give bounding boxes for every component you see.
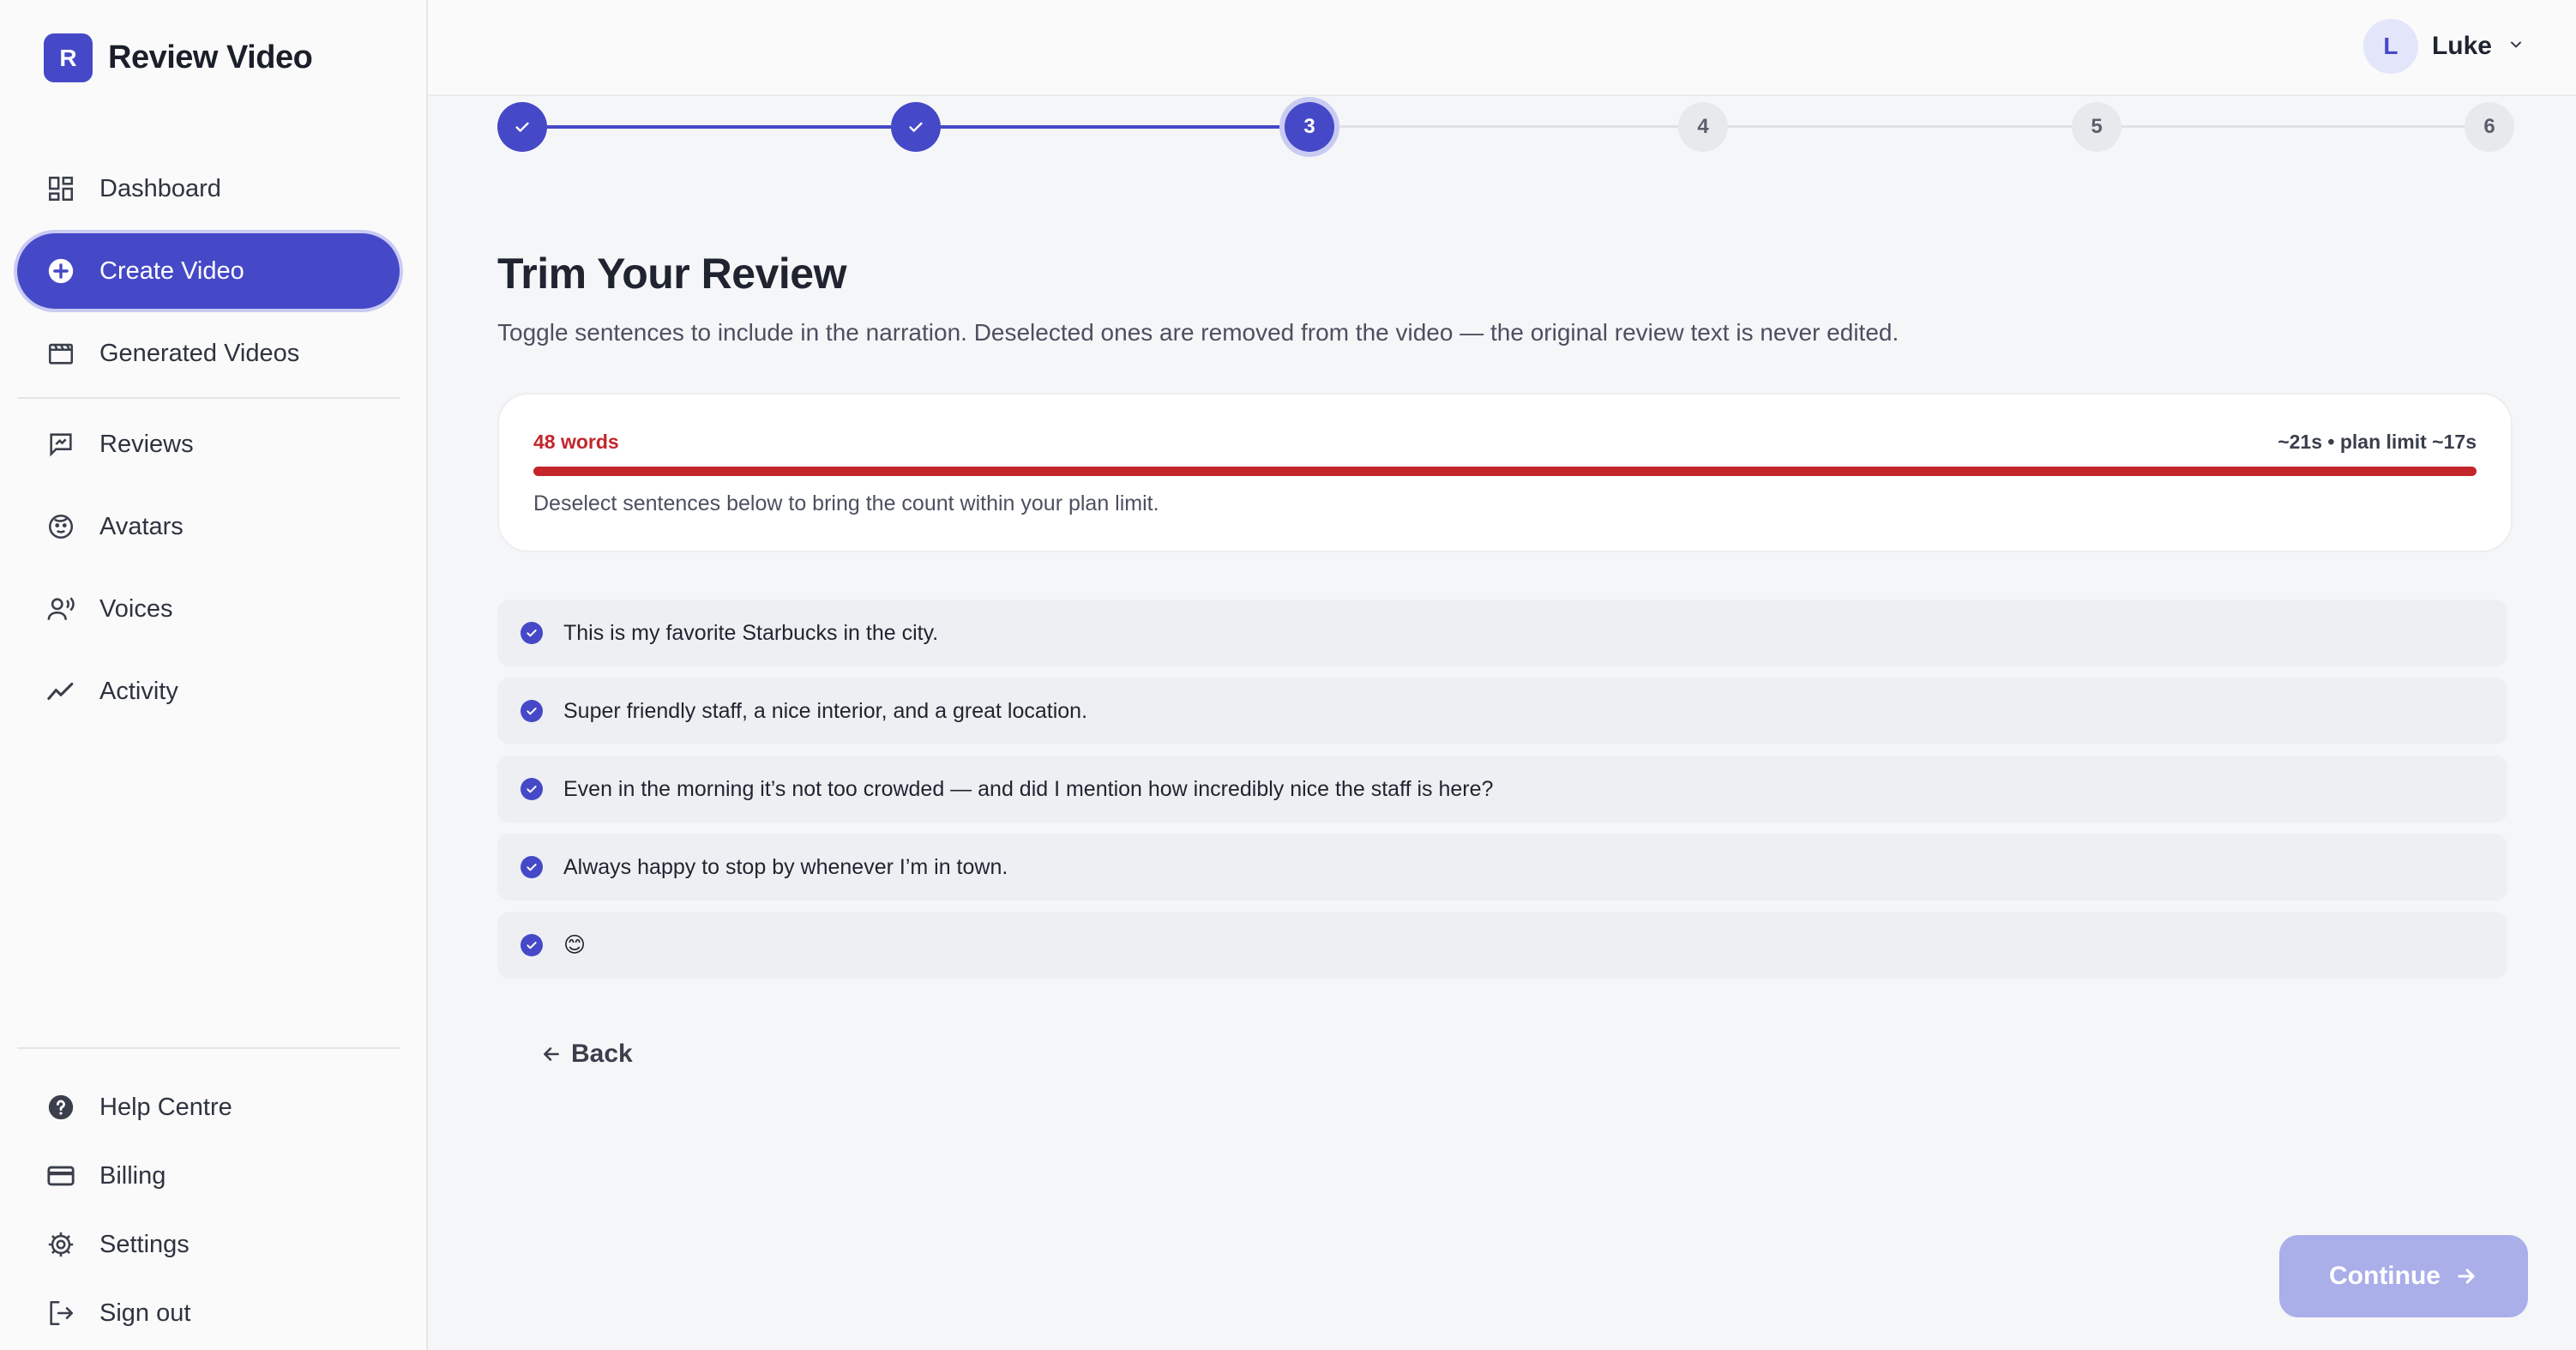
- sidebar-item-label: Avatars: [99, 512, 184, 540]
- sidebar-item-label: Sign out: [99, 1299, 191, 1327]
- step-5: 5: [2072, 102, 2122, 152]
- sidebar-item-label: Generated Videos: [99, 339, 300, 367]
- divider: [17, 397, 400, 399]
- brand-logo: R: [44, 33, 93, 82]
- sign-out-icon: [45, 1297, 77, 1329]
- continue-button[interactable]: Continue: [2279, 1235, 2528, 1317]
- avatar: L: [2362, 19, 2418, 74]
- sidebar-item-label: Reviews: [99, 430, 194, 458]
- sidebar-item-generated-videos[interactable]: Generated Videos: [17, 316, 400, 391]
- usage-hint: Deselect sentences below to bring the co…: [533, 491, 1159, 515]
- continue-label: Continue: [2329, 1262, 2441, 1290]
- sentence-text: Super friendly staff, a nice interior, a…: [563, 698, 1088, 723]
- word-count: 48 words: [533, 431, 619, 453]
- sidebar-item-label: Dashboard: [99, 174, 221, 202]
- sidebar-item-label: Activity: [99, 677, 178, 705]
- checked-circle-icon: [521, 700, 543, 722]
- sidebar-item-create-video[interactable]: Create Video: [17, 233, 400, 309]
- sidebar-item-help-centre[interactable]: Help Centre: [17, 1070, 400, 1145]
- review-icon: [45, 428, 77, 461]
- activity-icon: [45, 675, 77, 708]
- sentence-text: 😊: [563, 933, 587, 957]
- sentence-toggle[interactable]: Super friendly staff, a nice interior, a…: [497, 678, 2507, 744]
- step-2[interactable]: [891, 102, 941, 152]
- divider: [17, 1047, 400, 1049]
- help-icon: [45, 1091, 77, 1124]
- back-label: Back: [571, 1040, 633, 1068]
- usage-progress-fill: [533, 467, 2477, 476]
- page-subtitle: Toggle sentences to include in the narra…: [497, 319, 1899, 346]
- face-icon: [45, 510, 77, 543]
- brand-name: Review Video: [108, 39, 313, 75]
- voice-icon: [45, 593, 77, 625]
- sidebar-item-dashboard[interactable]: Dashboard: [17, 151, 400, 226]
- dashboard-icon: [45, 172, 77, 205]
- sidebar-item-label: Voices: [99, 594, 173, 623]
- gear-icon: [45, 1228, 77, 1261]
- step-connector: [941, 125, 1285, 129]
- step-connector: [1728, 125, 2072, 128]
- sidebar-item-reviews[interactable]: Reviews: [17, 407, 400, 482]
- sidebar-item-voices[interactable]: Voices: [17, 571, 400, 647]
- user-name: Luke: [2431, 32, 2492, 60]
- credit-card-icon: [45, 1160, 77, 1192]
- step-connector: [1334, 125, 1678, 128]
- sentence-toggle[interactable]: Always happy to stop by whenever I’m in …: [497, 834, 2507, 901]
- sidebar-item-sign-out[interactable]: Sign out: [17, 1275, 400, 1350]
- sidebar-item-label: Create Video: [99, 256, 244, 285]
- sidebar-item-label: Billing: [99, 1161, 166, 1190]
- checked-circle-icon: [521, 622, 543, 644]
- brand[interactable]: R Review Video: [44, 33, 313, 82]
- step-3: 3: [1285, 102, 1334, 152]
- plus-circle-icon: [45, 255, 77, 287]
- sidebar-item-label: Help Centre: [99, 1093, 232, 1121]
- sentence-toggle[interactable]: This is my favorite Starbucks in the cit…: [497, 600, 2507, 666]
- step-connector: [547, 125, 891, 129]
- check-icon: [515, 122, 529, 132]
- step-connector: [2122, 125, 2465, 128]
- arrow-right-icon: [2454, 1264, 2478, 1288]
- sidebar-item-label: Settings: [99, 1230, 190, 1258]
- sentence-list: This is my favorite Starbucks in the cit…: [497, 600, 2507, 990]
- duration-limit: ~21s • plan limit ~17s: [2278, 431, 2477, 453]
- user-menu[interactable]: L Luke: [2362, 19, 2525, 74]
- check-icon: [909, 122, 923, 132]
- page-title: Trim Your Review: [497, 250, 846, 298]
- word-usage-card: 48 words ~21s • plan limit ~17s Deselect…: [497, 393, 2513, 552]
- usage-progress-bar: [533, 467, 2477, 476]
- sentence-text: Even in the morning it’s not too crowded…: [563, 776, 1494, 801]
- sentence-text: Always happy to stop by whenever I’m in …: [563, 854, 1008, 879]
- step-1[interactable]: [497, 102, 547, 152]
- top-bar: L Luke: [428, 0, 2576, 96]
- film-icon: [45, 337, 77, 370]
- sidebar-item-avatars[interactable]: Avatars: [17, 489, 400, 564]
- sidebar-item-billing[interactable]: Billing: [17, 1138, 400, 1214]
- sidebar-item-settings[interactable]: Settings: [17, 1207, 400, 1282]
- checked-circle-icon: [521, 934, 543, 956]
- checked-circle-icon: [521, 778, 543, 800]
- checked-circle-icon: [521, 856, 543, 878]
- sidebar-item-activity[interactable]: Activity: [17, 654, 400, 729]
- chevron-down-icon: [2507, 36, 2525, 57]
- step-4: 4: [1678, 102, 1728, 152]
- sentence-toggle[interactable]: Even in the morning it’s not too crowded…: [497, 756, 2507, 823]
- sentence-toggle[interactable]: 😊: [497, 912, 2507, 979]
- arrow-left-icon: [540, 1043, 563, 1065]
- progress-stepper: 3 4 5 6: [497, 102, 2514, 152]
- back-button[interactable]: Back: [540, 1040, 633, 1069]
- sentence-text: This is my favorite Starbucks in the cit…: [563, 620, 939, 645]
- step-6: 6: [2465, 102, 2514, 152]
- sidebar: R Review Video Dashboard Create Video Ge…: [0, 0, 428, 1350]
